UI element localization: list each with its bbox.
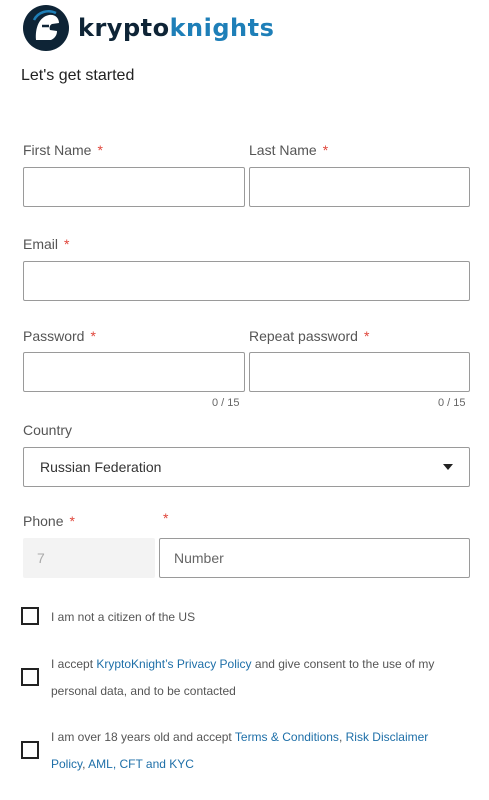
password-char-counter: 0 / 15 bbox=[212, 397, 240, 409]
email-label: Email * bbox=[23, 236, 69, 252]
page-title: Let's get started bbox=[21, 67, 135, 84]
first-name-input[interactable] bbox=[23, 167, 245, 207]
phone-label: Phone * bbox=[23, 513, 75, 529]
phone-number-required-mark: * bbox=[163, 510, 169, 526]
privacy-consent-checkbox[interactable] bbox=[21, 668, 39, 686]
last-name-label: Last Name * bbox=[249, 142, 328, 158]
privacy-line2: personal data, and to be contacted bbox=[51, 684, 236, 698]
risk-disclaimer-link-part2[interactable]: Policy bbox=[51, 757, 82, 771]
password-input[interactable] bbox=[23, 352, 245, 392]
phone-number-input[interactable] bbox=[159, 538, 470, 578]
not-us-citizen-text: I am not a citizen of the US bbox=[51, 610, 196, 624]
brand-name-dark: krypto bbox=[78, 14, 170, 42]
repeat-password-input[interactable] bbox=[249, 352, 470, 392]
privacy-consent-text: I accept KryptoKnight’s Privacy Policy a… bbox=[51, 651, 481, 705]
repeat-password-char-counter: 0 / 15 bbox=[438, 397, 466, 409]
last-name-input[interactable] bbox=[249, 167, 470, 207]
risk-disclaimer-link-part1[interactable]: Risk Disclaimer bbox=[346, 730, 429, 744]
required-mark: * bbox=[64, 236, 70, 252]
country-label: Country bbox=[23, 422, 73, 438]
aml-cft-kyc-link[interactable]: AML, CFT and KYC bbox=[88, 757, 194, 771]
country-select[interactable]: Russian Federation bbox=[23, 447, 470, 487]
privacy-suffix: give consent to the use of my bbox=[274, 657, 435, 671]
brand-logo[interactable]: kryptoknights bbox=[22, 2, 274, 54]
age-terms-text: I am over 18 years old and accept Terms … bbox=[51, 724, 481, 778]
age-prefix: I am over 18 years old and accept bbox=[51, 730, 235, 744]
required-mark: * bbox=[90, 328, 96, 344]
brand-name: kryptoknights bbox=[78, 14, 274, 42]
privacy-prefix: I accept bbox=[51, 657, 97, 671]
repeat-password-label: Repeat password * bbox=[249, 328, 369, 344]
email-input[interactable] bbox=[23, 261, 470, 301]
brand-name-accent: knights bbox=[169, 14, 275, 42]
privacy-policy-link[interactable]: KryptoKnight’s Privacy Policy bbox=[96, 657, 251, 671]
terms-comma: , bbox=[338, 730, 346, 744]
required-mark: * bbox=[69, 513, 75, 529]
password-label: Password * bbox=[23, 328, 96, 344]
first-name-label: First Name * bbox=[23, 142, 103, 158]
required-mark: * bbox=[97, 142, 103, 158]
repeat-password-label-text: Repeat password bbox=[249, 328, 358, 344]
chevron-down-icon bbox=[443, 464, 453, 470]
terms-conditions-link[interactable]: Terms & Conditions bbox=[235, 730, 339, 744]
privacy-and: and bbox=[254, 657, 275, 671]
first-name-label-text: First Name bbox=[23, 142, 92, 158]
required-mark: * bbox=[363, 328, 370, 344]
not-us-citizen-checkbox[interactable] bbox=[21, 607, 39, 625]
phone-label-text: Phone bbox=[23, 513, 64, 529]
phone-code-field: 7 bbox=[23, 538, 155, 578]
knight-helmet-icon bbox=[23, 5, 69, 51]
required-mark: * bbox=[322, 142, 329, 158]
age-terms-checkbox[interactable] bbox=[21, 741, 39, 759]
password-label-text: Password bbox=[23, 328, 85, 344]
country-select-value: Russian Federation bbox=[40, 459, 162, 475]
email-label-text: Email bbox=[23, 236, 59, 252]
last-name-label-text: Last Name bbox=[249, 142, 317, 158]
